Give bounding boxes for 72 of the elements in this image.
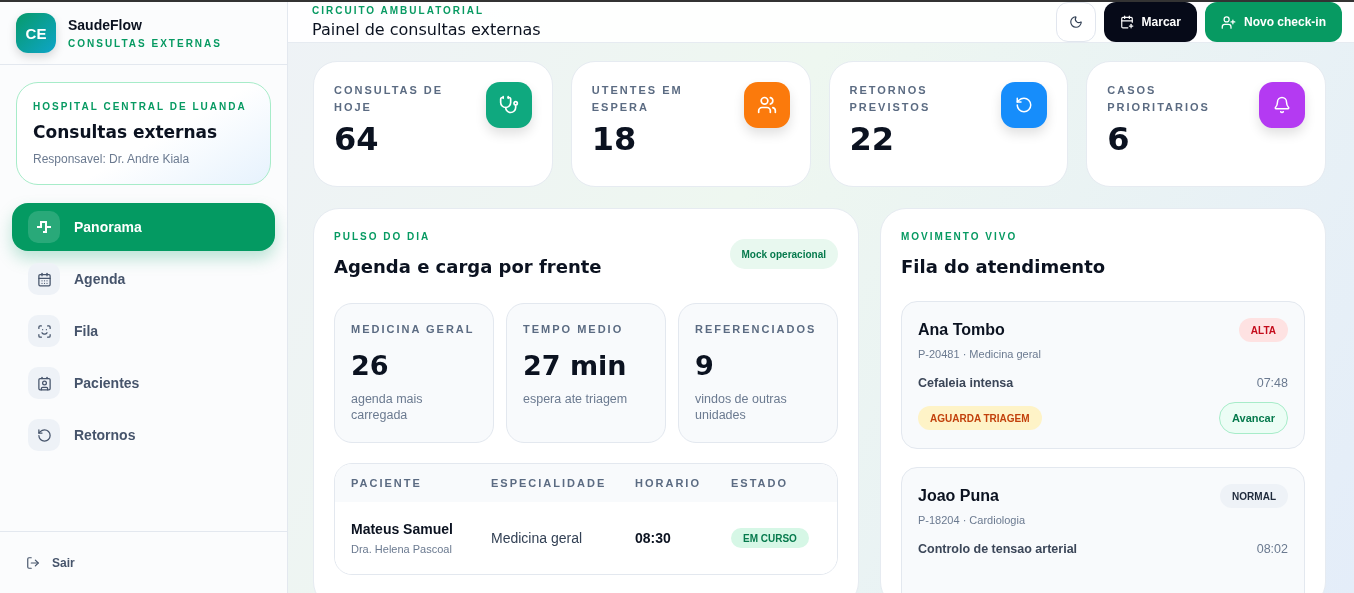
metric-note: agenda mais carregada	[351, 391, 424, 423]
status-badge: EM CURSO	[731, 528, 809, 549]
priority-badge: ALTA	[1238, 318, 1288, 342]
arrival-time: 07:48	[1256, 376, 1288, 390]
metric-note: vindos de outras unidades	[695, 391, 788, 423]
metric-value: 9	[695, 350, 715, 381]
specialty-cell-text: Medicina geral	[491, 530, 584, 546]
visit-reason: Cefaleia intensa	[918, 376, 1014, 390]
user-plus-icon	[1220, 14, 1236, 30]
patient-meta: P-20481 · Medicina geral	[918, 348, 1042, 360]
stat-label: RETORNOS PREVISTOS	[849, 83, 932, 115]
nav-item[interactable]: Agenda	[12, 255, 275, 303]
undo-arrow-icon	[1015, 96, 1034, 114]
priority-badge: NORMAL	[1220, 484, 1288, 508]
people-icon	[756, 95, 777, 115]
doctor-name: Dra. Helena Pascoal	[351, 543, 453, 555]
calendar-icon	[36, 271, 52, 287]
column-header: ESTADO	[731, 475, 790, 491]
pulse-icon	[36, 219, 52, 235]
logout-button[interactable]: Sair	[26, 555, 75, 570]
patient-name: Mateus Samuel	[351, 521, 454, 537]
status-badge: AGUARDA TRIAGEM	[918, 406, 1042, 430]
metric-label: MEDICINA GERAL	[351, 322, 476, 337]
panel-title: Agenda e carga por frente	[334, 256, 602, 277]
page-title: Painel de consultas externas	[312, 20, 541, 39]
stat-value: 22	[849, 120, 896, 158]
column-header: HORARIO	[635, 475, 702, 491]
schedule-button[interactable]: Marcar	[1103, 2, 1197, 42]
arrival-time: 08:02	[1256, 542, 1288, 556]
metric-value: 27 min	[523, 350, 628, 381]
nav-item[interactable]: Panorama	[12, 203, 275, 251]
nav-item[interactable]: Retornos	[12, 411, 275, 459]
panel-title: Fila do atendimento	[901, 256, 1107, 277]
moon-icon	[1068, 15, 1083, 29]
patient-name: Ana Tombo	[918, 321, 1005, 339]
stat-value: 18	[591, 120, 638, 158]
responsible-text: Responsavel: Dr. Andre Kiala	[33, 152, 191, 166]
bell-icon	[1273, 96, 1291, 114]
brand-subtitle: CONSULTAS EXTERNAS	[68, 38, 222, 49]
mock-badge: Mock operacional	[729, 239, 838, 269]
nav-item[interactable]: Pacientes	[12, 359, 275, 407]
visit-reason: Controlo de tensao arterial	[918, 542, 1078, 556]
nav-item[interactable]: Fila	[12, 307, 275, 355]
header-eyebrow: CIRCUITO AMBULATORIAL	[312, 5, 486, 16]
metric-value: 26	[351, 350, 390, 381]
patient-name: Joao Puna	[918, 487, 999, 505]
advance-button[interactable]: Avancar	[1219, 402, 1288, 434]
time-cell-text: 08:30	[635, 530, 672, 546]
stat-label: CASOS PRIORITARIOS	[1107, 83, 1211, 115]
undo-arrow-icon	[36, 427, 52, 443]
stat-value: 64	[334, 120, 380, 158]
panel-eyebrow: MOVIMENTO VIVO	[901, 231, 1019, 242]
metric-note: espera ate triagem	[523, 391, 629, 407]
brand-name: SaudeFlow	[68, 17, 143, 33]
logout-icon	[26, 555, 40, 570]
theme-toggle-button[interactable]	[1055, 2, 1096, 42]
stat-label: UTENTES EM ESPERA	[591, 83, 684, 115]
panel-eyebrow: PULSO DO DIA	[334, 231, 432, 242]
patient-meta: P-18204 · Cardiologia	[918, 514, 1026, 526]
check-in-button[interactable]: Novo check-in	[1204, 2, 1342, 42]
logo-badge: CE	[16, 13, 56, 53]
calendar-plus-icon	[1119, 15, 1134, 29]
column-header: ESPECIALIDADE	[491, 475, 608, 491]
stethoscope-icon	[498, 95, 519, 115]
metric-label: TEMPO MEDIO	[523, 322, 625, 337]
stat-label: CONSULTAS DE HOJE	[334, 83, 445, 115]
hospital-name: HOSPITAL CENTRAL DE LUANDA	[33, 101, 248, 112]
metric-label: REFERENCIADOS	[695, 322, 818, 337]
unit-title: Consultas externas	[33, 122, 219, 142]
id-badge-icon	[36, 375, 52, 391]
column-header: PACIENTE	[351, 475, 423, 491]
stat-value: 6	[1107, 120, 1131, 158]
